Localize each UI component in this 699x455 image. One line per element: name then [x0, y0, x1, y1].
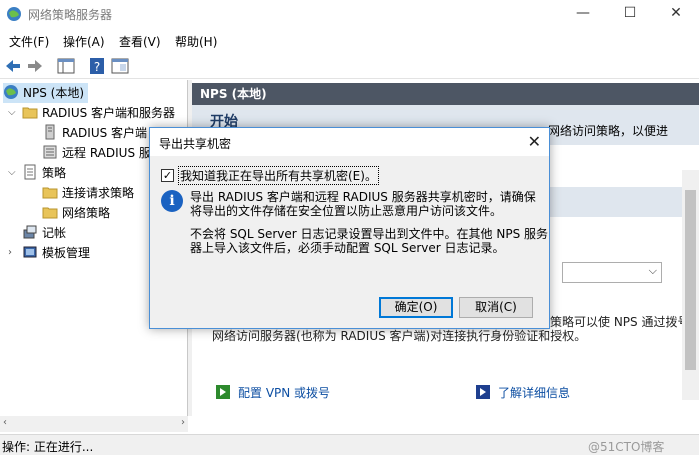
toolbar: ?	[0, 53, 699, 79]
help-icon[interactable]: ?	[87, 56, 107, 76]
tree-item-network-policies[interactable]: 网络策略	[42, 203, 110, 223]
acknowledge-checkbox[interactable]: ✓	[161, 169, 174, 182]
status-bar: 操作: 正在进行... @51CTO博客	[0, 434, 699, 455]
menu-help[interactable]: 帮助(H)	[175, 33, 217, 50]
tree-label: 连接请求策略	[62, 186, 135, 200]
configure-vpn-link[interactable]: 配置 VPN 或拨号	[216, 384, 330, 401]
export-shared-secrets-dialog: 导出共享机密 ✕ ✓ 我知道我正在导出所有共享机密(E)。 i 导出 RADIU…	[149, 127, 550, 329]
tree-label: 策略	[42, 166, 67, 180]
folder-icon	[42, 187, 58, 199]
template-icon	[23, 246, 37, 258]
svg-text:?: ?	[94, 60, 100, 74]
tree-item-template-management[interactable]: 模板管理	[22, 243, 90, 263]
tree-label: 记帐	[42, 226, 67, 240]
tree-horizontal-scrollbar[interactable]: ‹ ›	[0, 416, 188, 432]
learn-more-link[interactable]: 了解详细信息	[476, 384, 570, 401]
back-icon[interactable]	[3, 56, 23, 76]
dialog-close-icon[interactable]: ✕	[528, 132, 541, 151]
tree-item-connection-request-policies[interactable]: 连接请求策略	[42, 183, 134, 203]
title-bar: 网络策略服务器 — ☐ ✕	[0, 0, 699, 28]
nps-window: 网络策略服务器 — ☐ ✕ 文件(F) 操作(A) 查看(V) 帮助(H) ? …	[0, 0, 699, 455]
body-text-line2: 网络访问服务器(也称为 RADIUS 客户端)对连接执行身份验证和授权。	[212, 329, 587, 343]
accounting-icon	[23, 225, 37, 239]
collapse-arrow-icon[interactable]: ⌵	[8, 107, 16, 118]
band-text: 网络访问策略，以便进	[548, 124, 669, 138]
folder-icon	[42, 207, 58, 219]
acknowledge-checkbox-label[interactable]: 我知道我正在导出所有共享机密(E)。	[178, 166, 379, 185]
tree-label: 模板管理	[42, 246, 91, 260]
tree-label: NPS (本地)	[23, 86, 85, 100]
message-1-line-2: 将导出的文件存储在安全位置以防止恶意用户访问该文件。	[190, 204, 503, 218]
expand-arrow-icon[interactable]: ›	[8, 247, 12, 258]
details-header: NPS (本地)	[192, 83, 699, 105]
tree-item-nps-local[interactable]: NPS (本地)	[3, 83, 89, 103]
details-vertical-scrollbar[interactable]	[682, 170, 699, 400]
ok-button[interactable]: 确定(O)	[379, 297, 453, 318]
info-icon: i	[161, 190, 183, 212]
tree-label: RADIUS 客户端	[62, 126, 148, 140]
maximize-button[interactable]: ☐	[607, 0, 653, 28]
nps-globe-icon	[4, 85, 18, 99]
chevron-down-icon: ⌵	[648, 264, 657, 277]
minimize-button[interactable]: —	[560, 0, 606, 28]
folder-icon	[22, 107, 38, 119]
tree-item-remote-radius[interactable]: 远程 RADIUS 服	[42, 143, 151, 163]
window-title: 网络策略服务器	[28, 8, 113, 22]
message-2-line-2: 器上导入该文件后，必须手动配置 SQL Server 日志记录。	[190, 241, 505, 255]
learn-more-label: 了解详细信息	[498, 386, 571, 400]
properties-icon[interactable]	[110, 56, 130, 76]
tree-item-radius-clients[interactable]: RADIUS 客户端	[42, 123, 147, 143]
policy-icon	[24, 164, 36, 180]
menu-file[interactable]: 文件(F)	[9, 33, 49, 50]
go-arrow-icon	[216, 385, 230, 399]
configure-vpn-label: 配置 VPN 或拨号	[238, 386, 331, 400]
close-button[interactable]: ✕	[653, 0, 699, 28]
server-icon	[45, 124, 55, 140]
watermark: @51CTO博客	[588, 440, 665, 454]
tree-label: 远程 RADIUS 服	[62, 146, 151, 160]
menu-bar: 文件(F) 操作(A) 查看(V) 帮助(H)	[0, 30, 699, 52]
dialog-title: 导出共享机密	[159, 137, 232, 151]
tree-item-policies[interactable]: 策略	[22, 163, 66, 183]
forward-icon[interactable]	[25, 56, 45, 76]
scenario-dropdown[interactable]: ⌵	[562, 262, 662, 283]
tree-item-radius-clients-servers[interactable]: RADIUS 客户端和服务器	[22, 103, 175, 123]
tree-label: 网络策略	[62, 206, 111, 220]
collapse-arrow-icon[interactable]: ⌵	[8, 167, 16, 178]
cancel-button[interactable]: 取消(C)	[459, 297, 533, 318]
show-hide-tree-icon[interactable]	[56, 56, 76, 76]
menu-view[interactable]: 查看(V)	[119, 33, 161, 50]
go-arrow-icon	[476, 385, 490, 399]
scroll-thumb[interactable]	[685, 190, 696, 370]
menu-action[interactable]: 操作(A)	[63, 33, 105, 50]
server-group-icon	[43, 145, 57, 159]
nps-app-icon	[7, 7, 21, 21]
dialog-title-bar: 导出共享机密 ✕	[150, 128, 549, 156]
tree-label: RADIUS 客户端和服务器	[42, 106, 176, 120]
tree-item-accounting[interactable]: 记帐	[22, 223, 66, 243]
status-text: 操作: 正在进行...	[2, 440, 94, 454]
